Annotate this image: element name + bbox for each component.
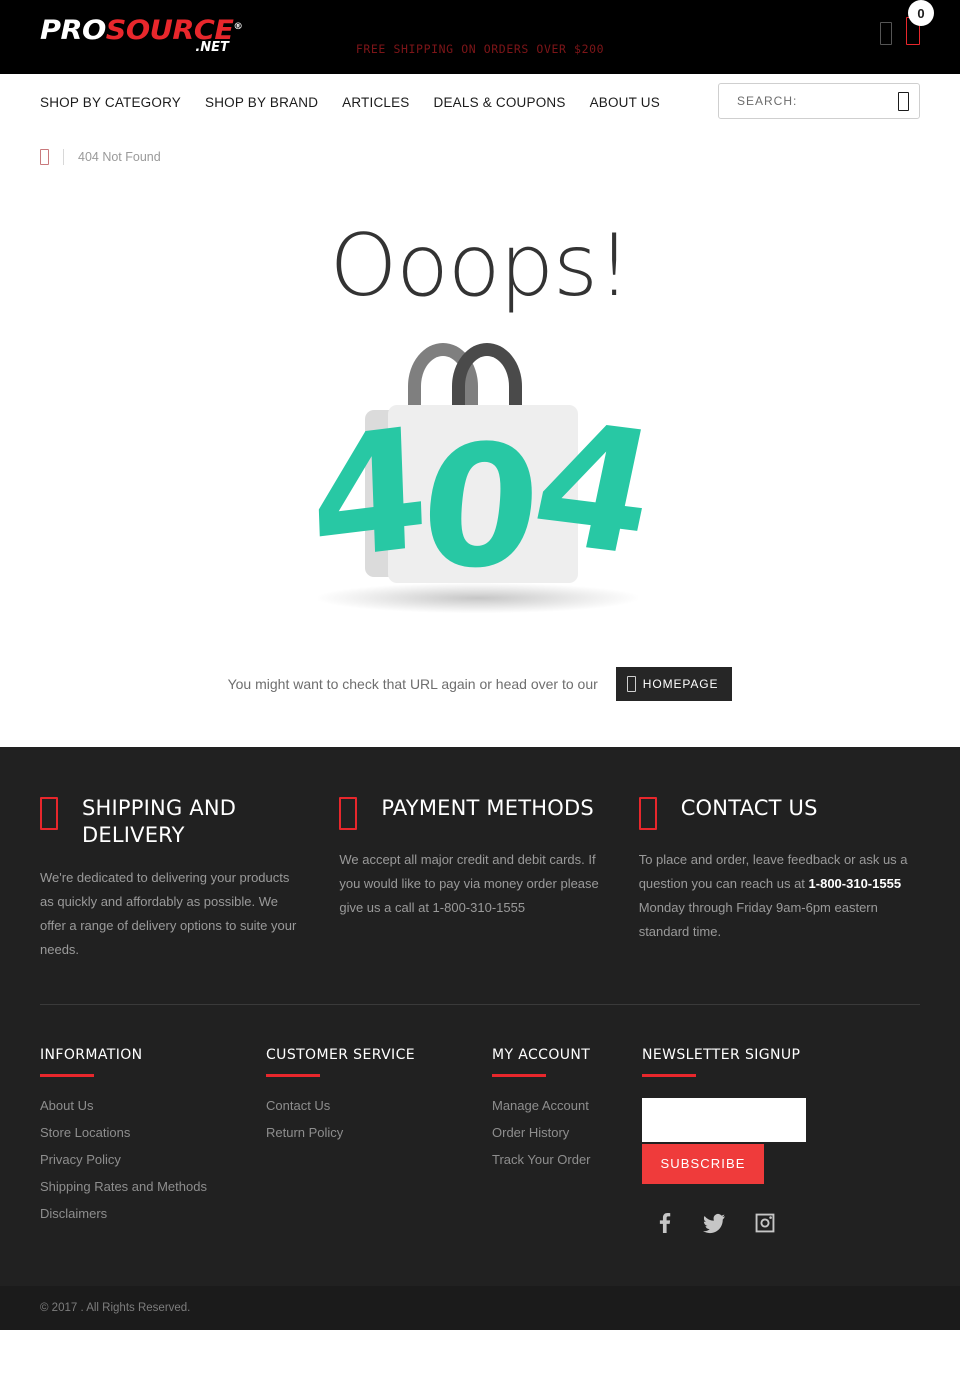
credit-card-icon: [339, 797, 358, 831]
footer-link-contact-us[interactable]: Contact Us: [266, 1098, 492, 1113]
digit-4-left: 4: [307, 391, 428, 600]
homepage-button[interactable]: HOMEPAGE: [615, 667, 733, 702]
feature-body: We're dedicated to delivering your produ…: [40, 869, 297, 957]
instagram-icon[interactable]: [754, 1212, 776, 1234]
homepage-button-label: HOMEPAGE: [642, 677, 719, 692]
footer-link-list: About Us Store Locations Privacy Policy …: [40, 1098, 266, 1221]
feature-title: CONTACT US: [680, 796, 818, 821]
feature-payment-methods: PAYMENT METHODS We accept all major cred…: [339, 795, 638, 962]
footer-column-customer-service: CUSTOMER SERVICE Contact Us Return Polic…: [266, 1047, 492, 1234]
footer-links-row: INFORMATION About Us Store Locations Pri…: [40, 1005, 920, 1286]
search-icon[interactable]: [898, 91, 909, 111]
footer-column-newsletter: NEWSLETTER SIGNUP SUBSCRIBE: [642, 1047, 920, 1234]
heading-underline: [266, 1073, 320, 1077]
footer-link-list: Contact Us Return Policy: [266, 1098, 492, 1140]
breadcrumb: 404 Not Found: [0, 131, 960, 183]
cart-count-badge: 0: [908, 0, 934, 26]
error-message-text: You might want to check that URL again o…: [227, 676, 598, 693]
breadcrumb-current: 404 Not Found: [78, 150, 161, 164]
shopping-bag-404-illustration: 404: [280, 335, 680, 635]
contact-text-post: Monday through Friday 9am-6pm eastern st…: [638, 900, 878, 940]
top-bar: PROSOURCE® .NET FREE SHIPPING ON ORDERS …: [0, 0, 960, 74]
footer-column-my-account: MY ACCOUNT Manage Account Order History …: [492, 1047, 642, 1234]
digit-4-right: 4: [517, 385, 670, 594]
footer-link-track-your-order[interactable]: Track Your Order: [492, 1152, 642, 1167]
nav-item-shop-by-brand[interactable]: SHOP BY BRAND: [205, 95, 318, 110]
phone-icon: [638, 797, 657, 831]
facebook-icon[interactable]: [654, 1212, 674, 1234]
footer-column-heading: MY ACCOUNT: [492, 1046, 591, 1063]
heading-underline: [40, 1073, 94, 1077]
nav-item-shop-by-category[interactable]: SHOP BY CATEGORY: [40, 95, 181, 110]
nav-item-articles[interactable]: ARTICLES: [342, 95, 409, 110]
feature-shipping-and-delivery: SHIPPING AND DELIVERY We're dedicated to…: [40, 795, 339, 962]
footer-link-manage-account[interactable]: Manage Account: [492, 1098, 642, 1113]
feature-title: SHIPPING AND DELIVERY: [82, 796, 237, 847]
feature-header: PAYMENT METHODS: [339, 795, 600, 831]
subscribe-button[interactable]: SUBSCRIBE: [642, 1143, 764, 1184]
footer-link-privacy-policy[interactable]: Privacy Policy: [40, 1152, 266, 1167]
feature-title: PAYMENT METHODS: [381, 796, 594, 821]
site-footer: SHIPPING AND DELIVERY We're dedicated to…: [0, 747, 960, 1286]
feature-header: SHIPPING AND DELIVERY: [40, 795, 301, 848]
user-icon[interactable]: [880, 22, 892, 45]
top-bar-icons: 0: [880, 0, 934, 50]
footer-column-heading: NEWSLETTER SIGNUP: [642, 1046, 801, 1063]
breadcrumb-separator: [63, 149, 64, 165]
footer-link-store-locations[interactable]: Store Locations: [40, 1125, 266, 1140]
heading-underline: [492, 1073, 546, 1077]
nav-item-about-us[interactable]: ABOUT US: [590, 95, 660, 110]
newsletter-email-input[interactable]: [642, 1097, 806, 1142]
footer-link-list: Manage Account Order History Track Your …: [492, 1098, 642, 1167]
error-message-row: You might want to check that URL again o…: [0, 667, 960, 702]
nav-item-deals-and-coupons[interactable]: DEALS & COUPONS: [434, 95, 566, 110]
feature-header: CONTACT US: [638, 795, 920, 831]
home-icon: [626, 676, 636, 693]
twitter-icon[interactable]: [702, 1212, 726, 1234]
home-icon[interactable]: [40, 149, 49, 165]
error-code-digits: 404: [273, 385, 688, 605]
error-page-content: Ooops! 404 You might want to check that …: [0, 183, 960, 748]
feature-body: We accept all major credit and debit car…: [339, 852, 599, 916]
footer-link-disclaimers[interactable]: Disclaimers: [40, 1206, 266, 1221]
footer-column-heading: INFORMATION: [40, 1046, 143, 1063]
free-shipping-banner: FREE SHIPPING ON ORDERS OVER $200: [355, 42, 605, 56]
social-links: [642, 1212, 920, 1234]
search-box[interactable]: SEARCH:: [718, 83, 920, 119]
footer-link-about-us[interactable]: About Us: [40, 1098, 266, 1113]
footer-feature-row: SHIPPING AND DELIVERY We're dedicated to…: [40, 795, 920, 962]
nav-link-list: SHOP BY CATEGORY SHOP BY BRAND ARTICLES …: [40, 95, 660, 110]
footer-link-return-policy[interactable]: Return Policy: [266, 1125, 492, 1140]
heading-underline: [642, 1073, 696, 1077]
logo-registered-mark: ®: [233, 22, 243, 32]
search-input[interactable]: SEARCH:: [737, 94, 898, 108]
footer-link-order-history[interactable]: Order History: [492, 1125, 642, 1140]
copyright-bar: © 2017 . All Rights Reserved.: [0, 1285, 960, 1330]
feature-body: To place and order, leave feedback or as…: [639, 848, 920, 944]
cart-button[interactable]: 0: [906, 0, 934, 50]
footer-column-heading: CUSTOMER SERVICE: [266, 1046, 416, 1063]
footer-link-shipping-rates-and-methods[interactable]: Shipping Rates and Methods: [40, 1179, 266, 1194]
footer-column-information: INFORMATION About Us Store Locations Pri…: [40, 1047, 266, 1234]
contact-phone-number: 1-800-310-1555: [808, 876, 902, 892]
truck-icon: [40, 797, 58, 831]
copyright-text: © 2017 . All Rights Reserved.: [40, 1301, 191, 1314]
feature-contact-us: CONTACT US To place and order, leave fee…: [638, 795, 920, 962]
page-root: PROSOURCE® .NET FREE SHIPPING ON ORDERS …: [0, 0, 960, 1330]
page-title: Ooops!: [329, 216, 632, 316]
